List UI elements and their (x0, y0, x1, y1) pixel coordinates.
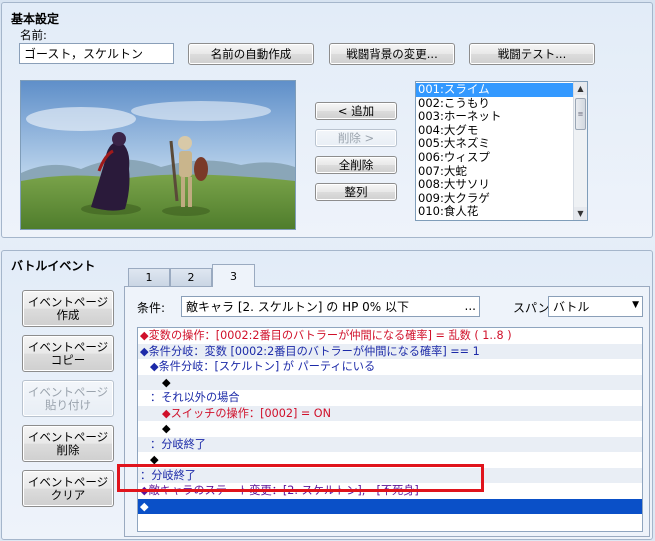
battle-preview-image[interactable] (20, 80, 296, 230)
enemy-list-item[interactable]: 009:大クラゲ (416, 191, 573, 206)
enemy-list-scrollbar[interactable]: ▲ ≡ ▼ (573, 82, 587, 220)
basic-settings-title: 基本設定 (11, 12, 60, 26)
command-line[interactable]: ◆条件分岐：変数 [0002:2番目のバトラーが仲間になる確率] == 1 (138, 343, 642, 359)
command-line-selected[interactable]: ◆ (138, 498, 642, 514)
clear-event-page-button[interactable]: イベントページ クリア (22, 470, 114, 507)
battle-scene-illustration (21, 81, 295, 229)
battle-test-button[interactable]: 戦闘テスト... (469, 43, 595, 65)
align-button[interactable]: 整列 (315, 183, 397, 201)
remove-enemy-button[interactable]: 削除 > (315, 129, 397, 147)
tab-page-1[interactable]: 1 (128, 268, 170, 286)
command-line[interactable]: ◆ (138, 374, 642, 390)
enemy-list-item[interactable]: 003:ホーネット (416, 110, 573, 124)
enemy-list-item[interactable]: 010:食人花 (416, 205, 573, 219)
battle-event-title: バトルイベント (11, 259, 96, 273)
command-line[interactable]: ◆条件分岐：[スケルトン] が パーティにいる (138, 359, 642, 375)
auto-name-button[interactable]: 名前の自動作成 (188, 43, 314, 65)
tab-page-2[interactable]: 2 (170, 268, 212, 286)
span-value: バトル (553, 300, 590, 314)
paste-event-page-button[interactable]: イベントページ 貼り付け (22, 380, 114, 417)
command-line[interactable]: ◆スイッチの操作：[0002] = ON (138, 405, 642, 421)
name-label: 名前: (20, 28, 47, 42)
clear-all-button[interactable]: 全削除 (315, 156, 397, 174)
change-background-button[interactable]: 戦闘背景の変更... (329, 43, 455, 65)
enemy-list-item[interactable]: 008:大サソリ (416, 178, 573, 192)
enemy-listbox[interactable]: 001:スライム 002:こうもり 003:ホーネット 004:大グモ 005:… (415, 81, 588, 221)
enemy-list-item[interactable]: 006:ウィスプ (416, 150, 573, 165)
command-line[interactable]: ◆変数の操作：[0002:2番目のバトラーが仲間になる確率] = 乱数 ( 1.… (138, 328, 642, 344)
enemy-list-item[interactable]: 002:こうもり (416, 96, 573, 111)
enemy-list-item[interactable]: 004:大グモ (416, 123, 573, 138)
add-enemy-button[interactable]: < 追加 (315, 102, 397, 120)
delete-event-page-button[interactable]: イベントページ 削除 (22, 425, 114, 462)
event-command-list[interactable]: ◆変数の操作：[0002:2番目のバトラーが仲間になる確率] = 乱数 ( 1.… (137, 327, 643, 532)
command-line[interactable]: ◆ (138, 421, 642, 437)
enemy-list-item[interactable]: 005:大ネズミ (416, 137, 573, 151)
enemy-list-item[interactable]: 007:大蛇 (416, 164, 573, 179)
scroll-up-arrow-icon[interactable]: ▲ (574, 82, 587, 95)
condition-label: 条件: (137, 301, 166, 315)
condition-value: 敵キャラ [2. スケルトン] の HP 0% 以下 (186, 300, 409, 314)
condition-field[interactable]: 敵キャラ [2. スケルトン] の HP 0% 以下 ... (181, 296, 480, 317)
create-event-page-button[interactable]: イベントページ 作成 (22, 290, 114, 327)
copy-event-page-button[interactable]: イベントページ コピー (22, 335, 114, 372)
chevron-down-icon[interactable]: ▼ (632, 300, 639, 310)
highlight-box (117, 464, 484, 492)
scroll-thumb[interactable]: ≡ (575, 98, 586, 130)
name-input[interactable]: ゴースト，スケルトン (19, 43, 174, 64)
command-line[interactable]: ：それ以外の場合 (138, 390, 642, 406)
enemy-list-item[interactable]: 001:スライム (416, 82, 573, 97)
command-line[interactable]: ：分岐終了 (138, 436, 642, 452)
span-select[interactable]: バトル ▼ (548, 296, 643, 317)
tab-page-3[interactable]: 3 (212, 264, 255, 287)
scroll-down-arrow-icon[interactable]: ▼ (574, 207, 587, 220)
condition-ellipsis-button[interactable]: ... (465, 299, 476, 313)
